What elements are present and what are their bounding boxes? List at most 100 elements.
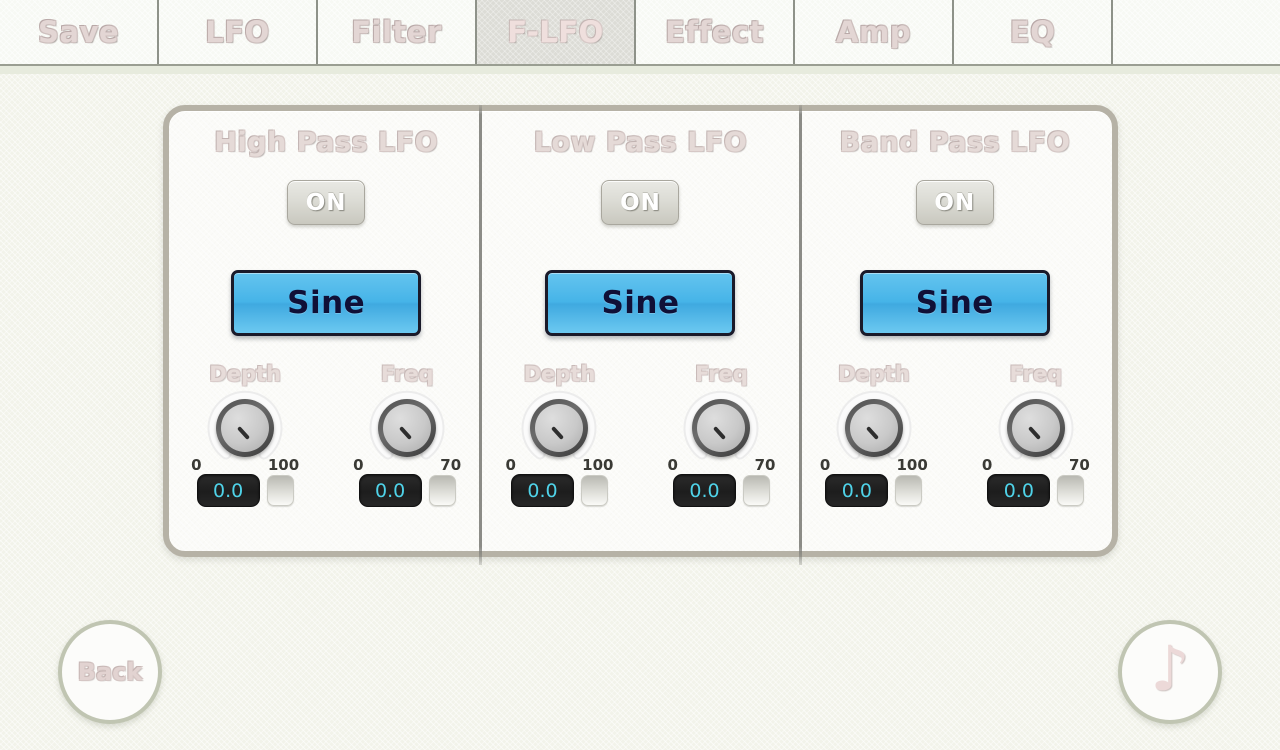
knob-face bbox=[535, 404, 584, 452]
knob-depth[interactable] bbox=[205, 388, 285, 460]
knob-face bbox=[383, 404, 432, 452]
tab-lfo[interactable]: LFO bbox=[159, 0, 318, 64]
tab-label: Save bbox=[37, 15, 120, 49]
music-note-icon: ♪ bbox=[1150, 632, 1190, 705]
value-row: 0.0 bbox=[196, 474, 294, 507]
value-text: 0.0 bbox=[213, 479, 244, 502]
value-display-depth[interactable]: 0.0 bbox=[196, 474, 260, 507]
knob-body bbox=[1006, 399, 1065, 457]
value-display-freq[interactable]: 0.0 bbox=[672, 474, 736, 507]
knob-min-label: 0 bbox=[981, 456, 993, 474]
knob-group-freq: Freq 0 70 0.0 bbox=[977, 362, 1095, 507]
power-toggle-label: ON bbox=[934, 189, 976, 216]
knob-face bbox=[221, 404, 270, 452]
value-text: 0.0 bbox=[375, 479, 406, 502]
value-edit-button-depth[interactable] bbox=[895, 475, 923, 506]
column-title: Low Pass LFO bbox=[533, 127, 748, 158]
knob-scale: 0 70 bbox=[348, 456, 466, 474]
knob-row: Depth 0 100 0.0 Freq 0 70 0.0 bbox=[798, 362, 1112, 507]
tab-bar-filler bbox=[1113, 0, 1280, 64]
knob-depth[interactable] bbox=[519, 388, 599, 460]
waveform-button-high-pass[interactable]: Sine bbox=[231, 270, 422, 336]
power-toggle-band-pass[interactable]: ON bbox=[915, 180, 994, 225]
lfo-panel: High Pass LFO ON Sine Depth 0 100 0.0 Fr… bbox=[163, 105, 1118, 557]
value-display-freq[interactable]: 0.0 bbox=[358, 474, 422, 507]
knob-body bbox=[378, 399, 437, 457]
tab-label: EQ bbox=[1009, 15, 1056, 49]
value-row: 0.0 bbox=[510, 474, 608, 507]
knob-scale: 0 100 bbox=[186, 456, 304, 474]
tab-label: Filter bbox=[351, 15, 442, 49]
tab-save[interactable]: Save bbox=[0, 0, 159, 64]
knob-scale: 0 70 bbox=[662, 456, 780, 474]
knob-max-label: 100 bbox=[582, 456, 614, 474]
waveform-button-label: Sine bbox=[601, 285, 680, 321]
knob-face bbox=[1011, 404, 1060, 452]
column-divider bbox=[799, 105, 802, 565]
tab-eq[interactable]: EQ bbox=[954, 0, 1113, 64]
waveform-button-low-pass[interactable]: Sine bbox=[545, 270, 736, 336]
knob-pointer-icon bbox=[1027, 426, 1041, 440]
power-toggle-label: ON bbox=[305, 189, 347, 216]
value-edit-button-depth[interactable] bbox=[266, 475, 294, 506]
knob-freq[interactable] bbox=[681, 388, 761, 460]
knob-max-label: 70 bbox=[440, 456, 462, 474]
tab-f-lfo[interactable]: F-LFO bbox=[477, 0, 636, 64]
knob-min-label: 0 bbox=[191, 456, 202, 474]
music-note-button[interactable]: ♪ bbox=[1118, 620, 1222, 724]
knob-max-label: 100 bbox=[267, 456, 300, 474]
knob-label: Freq bbox=[695, 362, 748, 386]
tab-label: Amp bbox=[836, 15, 911, 49]
knob-label: Freq bbox=[1009, 362, 1063, 386]
knob-group-depth: Depth 0 100 0.0 bbox=[500, 362, 618, 507]
tab-filter[interactable]: Filter bbox=[318, 0, 477, 64]
knob-body bbox=[844, 399, 903, 457]
value-edit-button-freq[interactable] bbox=[742, 475, 770, 506]
knob-pointer-icon bbox=[399, 426, 413, 440]
value-row: 0.0 bbox=[825, 474, 923, 507]
value-edit-button-depth[interactable] bbox=[580, 475, 608, 506]
knob-depth[interactable] bbox=[834, 388, 914, 460]
tab-amp[interactable]: Amp bbox=[795, 0, 954, 64]
knob-label: Depth bbox=[837, 362, 910, 386]
knob-freq[interactable] bbox=[367, 388, 447, 460]
power-toggle-label: ON bbox=[620, 189, 661, 216]
knob-max-label: 70 bbox=[754, 456, 776, 474]
value-text: 0.0 bbox=[689, 479, 720, 502]
knob-group-depth: Depth 0 100 0.0 bbox=[186, 362, 304, 507]
value-row: 0.0 bbox=[358, 474, 456, 507]
back-button-label: Back bbox=[77, 658, 143, 686]
knob-pointer-icon bbox=[551, 426, 565, 440]
tab-effect[interactable]: Effect bbox=[636, 0, 795, 64]
power-toggle-high-pass[interactable]: ON bbox=[287, 180, 366, 225]
waveform-button-band-pass[interactable]: Sine bbox=[859, 270, 1050, 336]
knob-pointer-icon bbox=[237, 426, 251, 440]
knob-label: Freq bbox=[380, 362, 434, 386]
knob-min-label: 0 bbox=[819, 456, 831, 474]
power-toggle-low-pass[interactable]: ON bbox=[601, 180, 680, 225]
value-edit-button-freq[interactable] bbox=[1057, 475, 1085, 506]
knob-min-label: 0 bbox=[505, 456, 516, 474]
back-button[interactable]: Back bbox=[58, 620, 162, 724]
value-edit-button-freq[interactable] bbox=[428, 475, 456, 506]
knob-group-depth: Depth 0 100 0.0 bbox=[815, 362, 933, 507]
value-text: 0.0 bbox=[841, 479, 872, 502]
knob-row: Depth 0 100 0.0 Freq 0 70 0.0 bbox=[483, 362, 797, 507]
knob-row: Depth 0 100 0.0 Freq 0 70 0.0 bbox=[169, 362, 483, 507]
knob-max-label: 100 bbox=[896, 456, 928, 474]
knob-label: Depth bbox=[209, 362, 281, 386]
knob-face bbox=[697, 404, 746, 452]
knob-freq[interactable] bbox=[996, 388, 1076, 460]
knob-face bbox=[849, 404, 898, 452]
tab-bar-underline bbox=[0, 66, 1280, 74]
knob-scale: 0 100 bbox=[815, 456, 933, 474]
value-display-freq[interactable]: 0.0 bbox=[987, 474, 1051, 507]
value-display-depth[interactable]: 0.0 bbox=[825, 474, 889, 507]
knob-body bbox=[216, 399, 275, 457]
value-text: 0.0 bbox=[527, 479, 558, 502]
value-row: 0.0 bbox=[987, 474, 1085, 507]
waveform-button-label: Sine bbox=[287, 285, 366, 321]
knob-min-label: 0 bbox=[667, 456, 678, 474]
value-display-depth[interactable]: 0.0 bbox=[510, 474, 574, 507]
knob-min-label: 0 bbox=[353, 456, 364, 474]
